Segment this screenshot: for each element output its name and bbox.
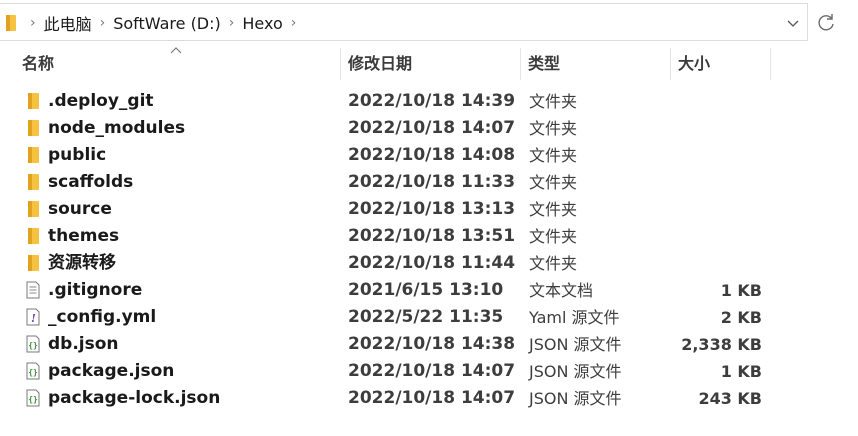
folder-icon bbox=[25, 200, 41, 218]
svg-text:!: ! bbox=[31, 312, 36, 325]
file-name: package.json bbox=[48, 361, 175, 381]
table-row[interactable]: 资源转移 2022/10/18 11:44 文件夹 bbox=[0, 250, 858, 277]
column-header-row: 名称 修改日期 类型 大小 bbox=[0, 44, 858, 82]
table-row[interactable]: scaffolds 2022/10/18 11:33 文件夹 bbox=[0, 169, 858, 196]
breadcrumb-item[interactable]: 此电脑 bbox=[44, 11, 92, 35]
chevron-right-icon[interactable]: › bbox=[229, 15, 235, 31]
column-header-size[interactable]: 大小 bbox=[670, 44, 770, 82]
svg-text:{}: {} bbox=[28, 395, 38, 404]
table-row[interactable]: themes 2022/10/18 13:51 文件夹 bbox=[0, 223, 858, 250]
file-list: .deploy_git 2022/10/18 14:39 文件夹 node_modu… bbox=[0, 88, 858, 412]
svg-text:{}: {} bbox=[28, 341, 38, 350]
file-name: scaffolds bbox=[48, 172, 134, 192]
file-name: 资源转移 bbox=[48, 253, 116, 273]
file-date: 2022/10/18 14:39 bbox=[348, 91, 516, 111]
file-type: JSON 源文件 bbox=[529, 362, 622, 381]
file-type: 文件夹 bbox=[529, 119, 578, 138]
file-type: 文件夹 bbox=[529, 92, 578, 111]
file-type: 文件夹 bbox=[529, 254, 578, 273]
folder-icon bbox=[25, 92, 41, 110]
folder-icon bbox=[25, 119, 41, 137]
file-type: JSON 源文件 bbox=[529, 335, 622, 354]
file-date: 2022/10/18 13:51 bbox=[348, 226, 516, 246]
column-header-date[interactable]: 修改日期 bbox=[340, 44, 520, 82]
file-type: 文件夹 bbox=[529, 200, 578, 219]
file-type: 文件夹 bbox=[529, 227, 578, 246]
file-type: 文件夹 bbox=[529, 146, 578, 165]
yaml-file-icon: ! bbox=[25, 308, 41, 326]
address-bar[interactable]: › 此电脑 › SoftWare (D:) › Hexo › bbox=[0, 3, 808, 41]
folder-icon bbox=[25, 173, 41, 191]
file-size: 1 KB bbox=[720, 362, 762, 381]
table-row[interactable]: {} db.json 2022/10/18 14:38 JSON 源文件 2,338 K… bbox=[0, 331, 858, 358]
file-name: _config.yml bbox=[48, 307, 157, 327]
column-header-type[interactable]: 类型 bbox=[520, 44, 670, 82]
file-size: 1 KB bbox=[720, 281, 762, 300]
file-name: db.json bbox=[48, 334, 119, 354]
table-row[interactable]: {} package.json 2022/10/18 14:07 JSON 源文件 1 … bbox=[0, 358, 858, 385]
column-header-name[interactable]: 名称 bbox=[14, 44, 340, 82]
folder-icon bbox=[6, 15, 16, 31]
file-name: source bbox=[48, 199, 112, 219]
text-file-icon bbox=[25, 281, 41, 299]
table-row[interactable]: {} package-lock.json 2022/10/18 14:07 JSON … bbox=[0, 385, 858, 412]
file-name: themes bbox=[48, 226, 120, 246]
folder-icon bbox=[25, 254, 41, 272]
table-row[interactable]: ! _config.yml 2022/5/22 11:35 Yaml 源文件 2 KB bbox=[0, 304, 858, 331]
file-date: 2022/10/18 14:07 bbox=[348, 388, 516, 408]
file-type: Yaml 源文件 bbox=[529, 308, 620, 327]
json-file-icon: {} bbox=[25, 389, 41, 407]
file-date: 2022/10/18 14:38 bbox=[348, 334, 516, 354]
file-name: public bbox=[48, 145, 107, 165]
file-type: JSON 源文件 bbox=[529, 389, 622, 408]
table-row[interactable]: source 2022/10/18 13:13 文件夹 bbox=[0, 196, 858, 223]
svg-text:{}: {} bbox=[28, 368, 38, 377]
table-row[interactable]: .deploy_git 2022/10/18 14:39 文件夹 bbox=[0, 88, 858, 115]
chevron-right-icon[interactable]: › bbox=[291, 15, 297, 31]
chevron-right-icon[interactable]: › bbox=[30, 15, 36, 31]
file-date: 2021/6/15 13:10 bbox=[348, 280, 504, 300]
file-name: .deploy_git bbox=[48, 91, 154, 111]
file-date: 2022/10/18 11:44 bbox=[348, 253, 516, 273]
file-name: package-lock.json bbox=[48, 388, 221, 408]
file-date: 2022/10/18 11:33 bbox=[348, 172, 516, 192]
column-divider[interactable] bbox=[770, 48, 771, 80]
json-file-icon: {} bbox=[25, 362, 41, 380]
file-size: 2,338 KB bbox=[681, 335, 762, 354]
file-date: 2022/5/22 11:35 bbox=[348, 307, 504, 327]
table-row[interactable]: node_modules 2022/10/18 14:07 文件夹 bbox=[0, 115, 858, 142]
folder-icon bbox=[25, 146, 41, 164]
table-row[interactable]: .gitignore 2021/6/15 13:10 文本文档 1 KB bbox=[0, 277, 858, 304]
table-row[interactable]: public 2022/10/18 14:08 文件夹 bbox=[0, 142, 858, 169]
file-date: 2022/10/18 14:08 bbox=[348, 145, 516, 165]
file-size: 243 KB bbox=[698, 389, 762, 408]
file-name: .gitignore bbox=[48, 280, 143, 300]
file-type: 文件夹 bbox=[529, 173, 578, 192]
chevron-down-icon[interactable] bbox=[783, 13, 803, 33]
refresh-icon[interactable] bbox=[815, 12, 837, 34]
file-name: node_modules bbox=[48, 118, 186, 138]
chevron-right-icon[interactable]: › bbox=[100, 15, 106, 31]
folder-icon bbox=[25, 227, 41, 245]
file-type: 文本文档 bbox=[529, 281, 594, 300]
file-date: 2022/10/18 14:07 bbox=[348, 361, 516, 381]
breadcrumb: › 此电脑 › SoftWare (D:) › Hexo › bbox=[22, 4, 304, 42]
file-size: 2 KB bbox=[720, 308, 762, 327]
breadcrumb-item[interactable]: Hexo bbox=[242, 14, 282, 33]
file-date: 2022/10/18 14:07 bbox=[348, 118, 516, 138]
json-file-icon: {} bbox=[25, 335, 41, 353]
file-date: 2022/10/18 13:13 bbox=[348, 199, 516, 219]
breadcrumb-item[interactable]: SoftWare (D:) bbox=[113, 14, 221, 33]
